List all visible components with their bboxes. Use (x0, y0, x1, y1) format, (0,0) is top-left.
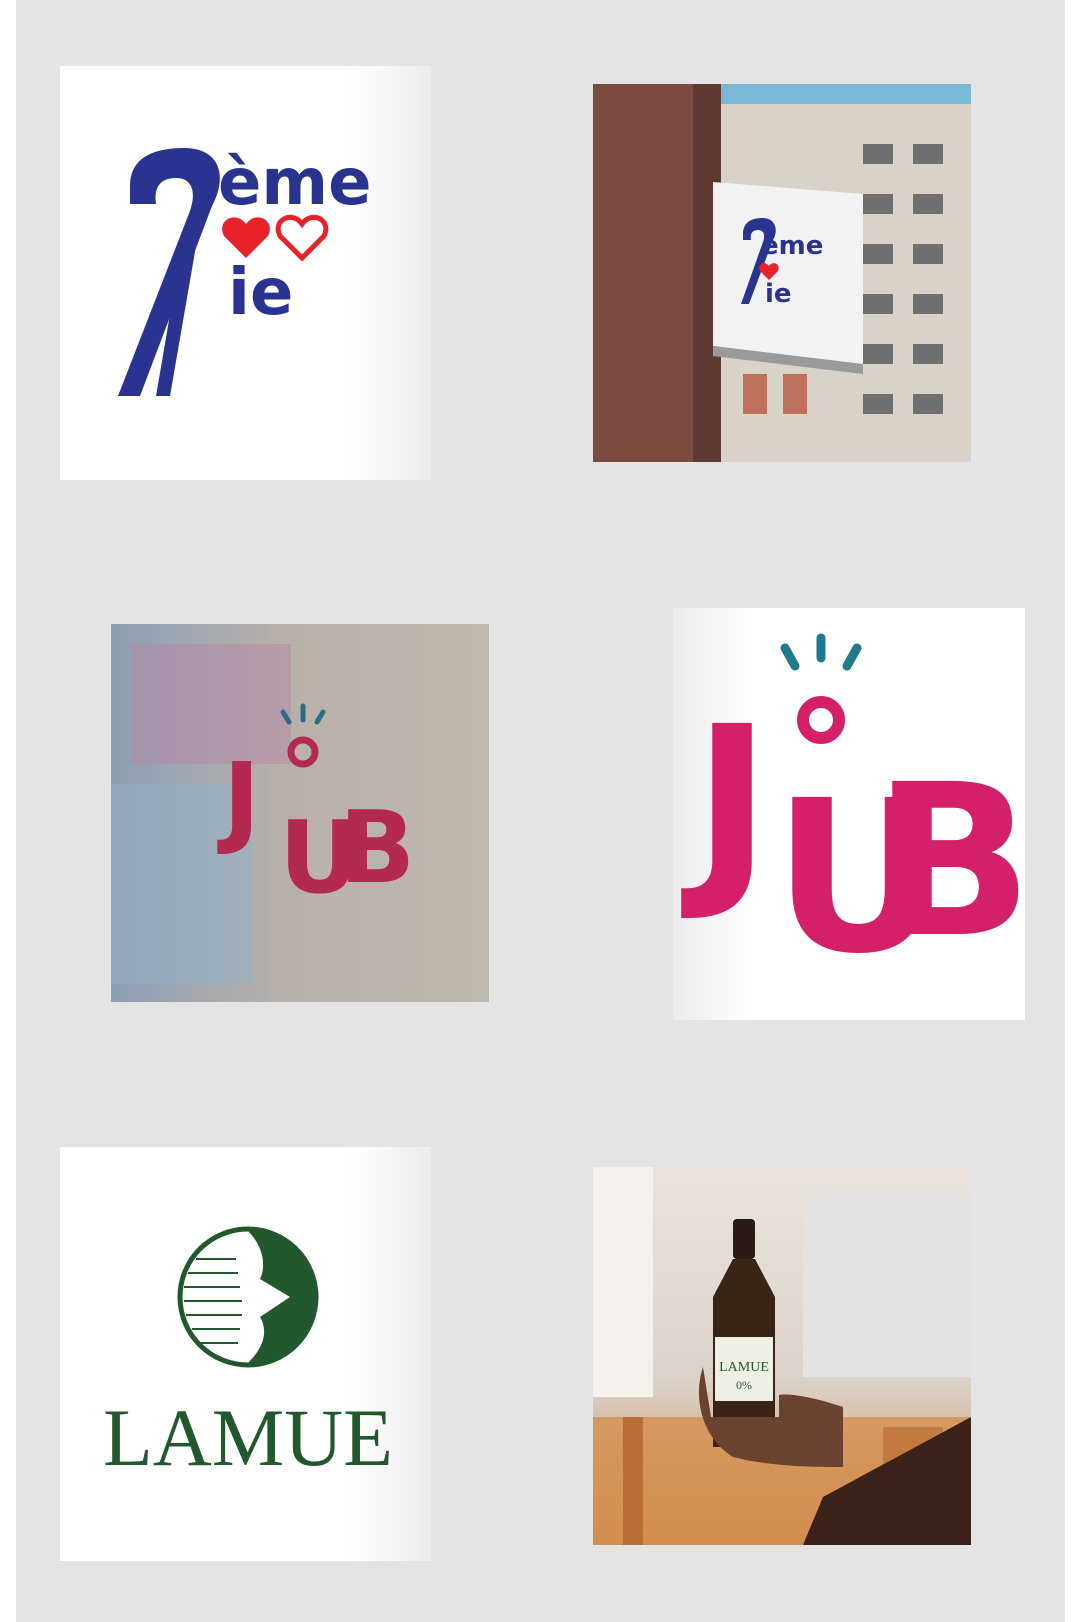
building-sign-image: ème ie (593, 84, 971, 462)
deme-vie-sign-photo: ème ie (593, 84, 971, 462)
lamue-logo: LAMUE (103, 1226, 393, 1483)
shirt-letter-j: J (217, 741, 260, 858)
deme-vie-logo: ème ie (118, 146, 372, 396)
filled-heart-icon (222, 217, 270, 258)
deme-vie-bottom-word: ie (228, 256, 293, 330)
deme-vie-top-word: ème (218, 146, 372, 220)
deme-vie-logo-tile: ème ie (60, 66, 431, 480)
joub-letter-b: B (873, 739, 1025, 984)
shirt-letter-b: B (339, 789, 415, 906)
sign-bottom-word: ie (765, 279, 792, 309)
lamue-bottle-photo: LAMUE 0% (593, 1167, 971, 1545)
joub-logo-tile: J U B (673, 608, 1025, 1020)
joub-shirt-photo: J U B (111, 624, 489, 1002)
joub-logo: J U B (681, 633, 1025, 1000)
lamue-logo-tile: LAMUE (60, 1147, 431, 1561)
joub-letter-o (797, 696, 845, 744)
outline-heart-icon (275, 214, 329, 262)
bottle-in-hand-image: LAMUE 0% (593, 1167, 971, 1545)
lamue-emblem-icon (177, 1226, 319, 1368)
lamue-wordmark: LAMUE (103, 1392, 393, 1483)
joub-letter-j: J (681, 681, 771, 926)
bottle-label-word: LAMUE (719, 1360, 769, 1375)
bottle-label-abv: 0% (736, 1378, 752, 1392)
fabric-print-image: J U B (111, 624, 489, 1002)
